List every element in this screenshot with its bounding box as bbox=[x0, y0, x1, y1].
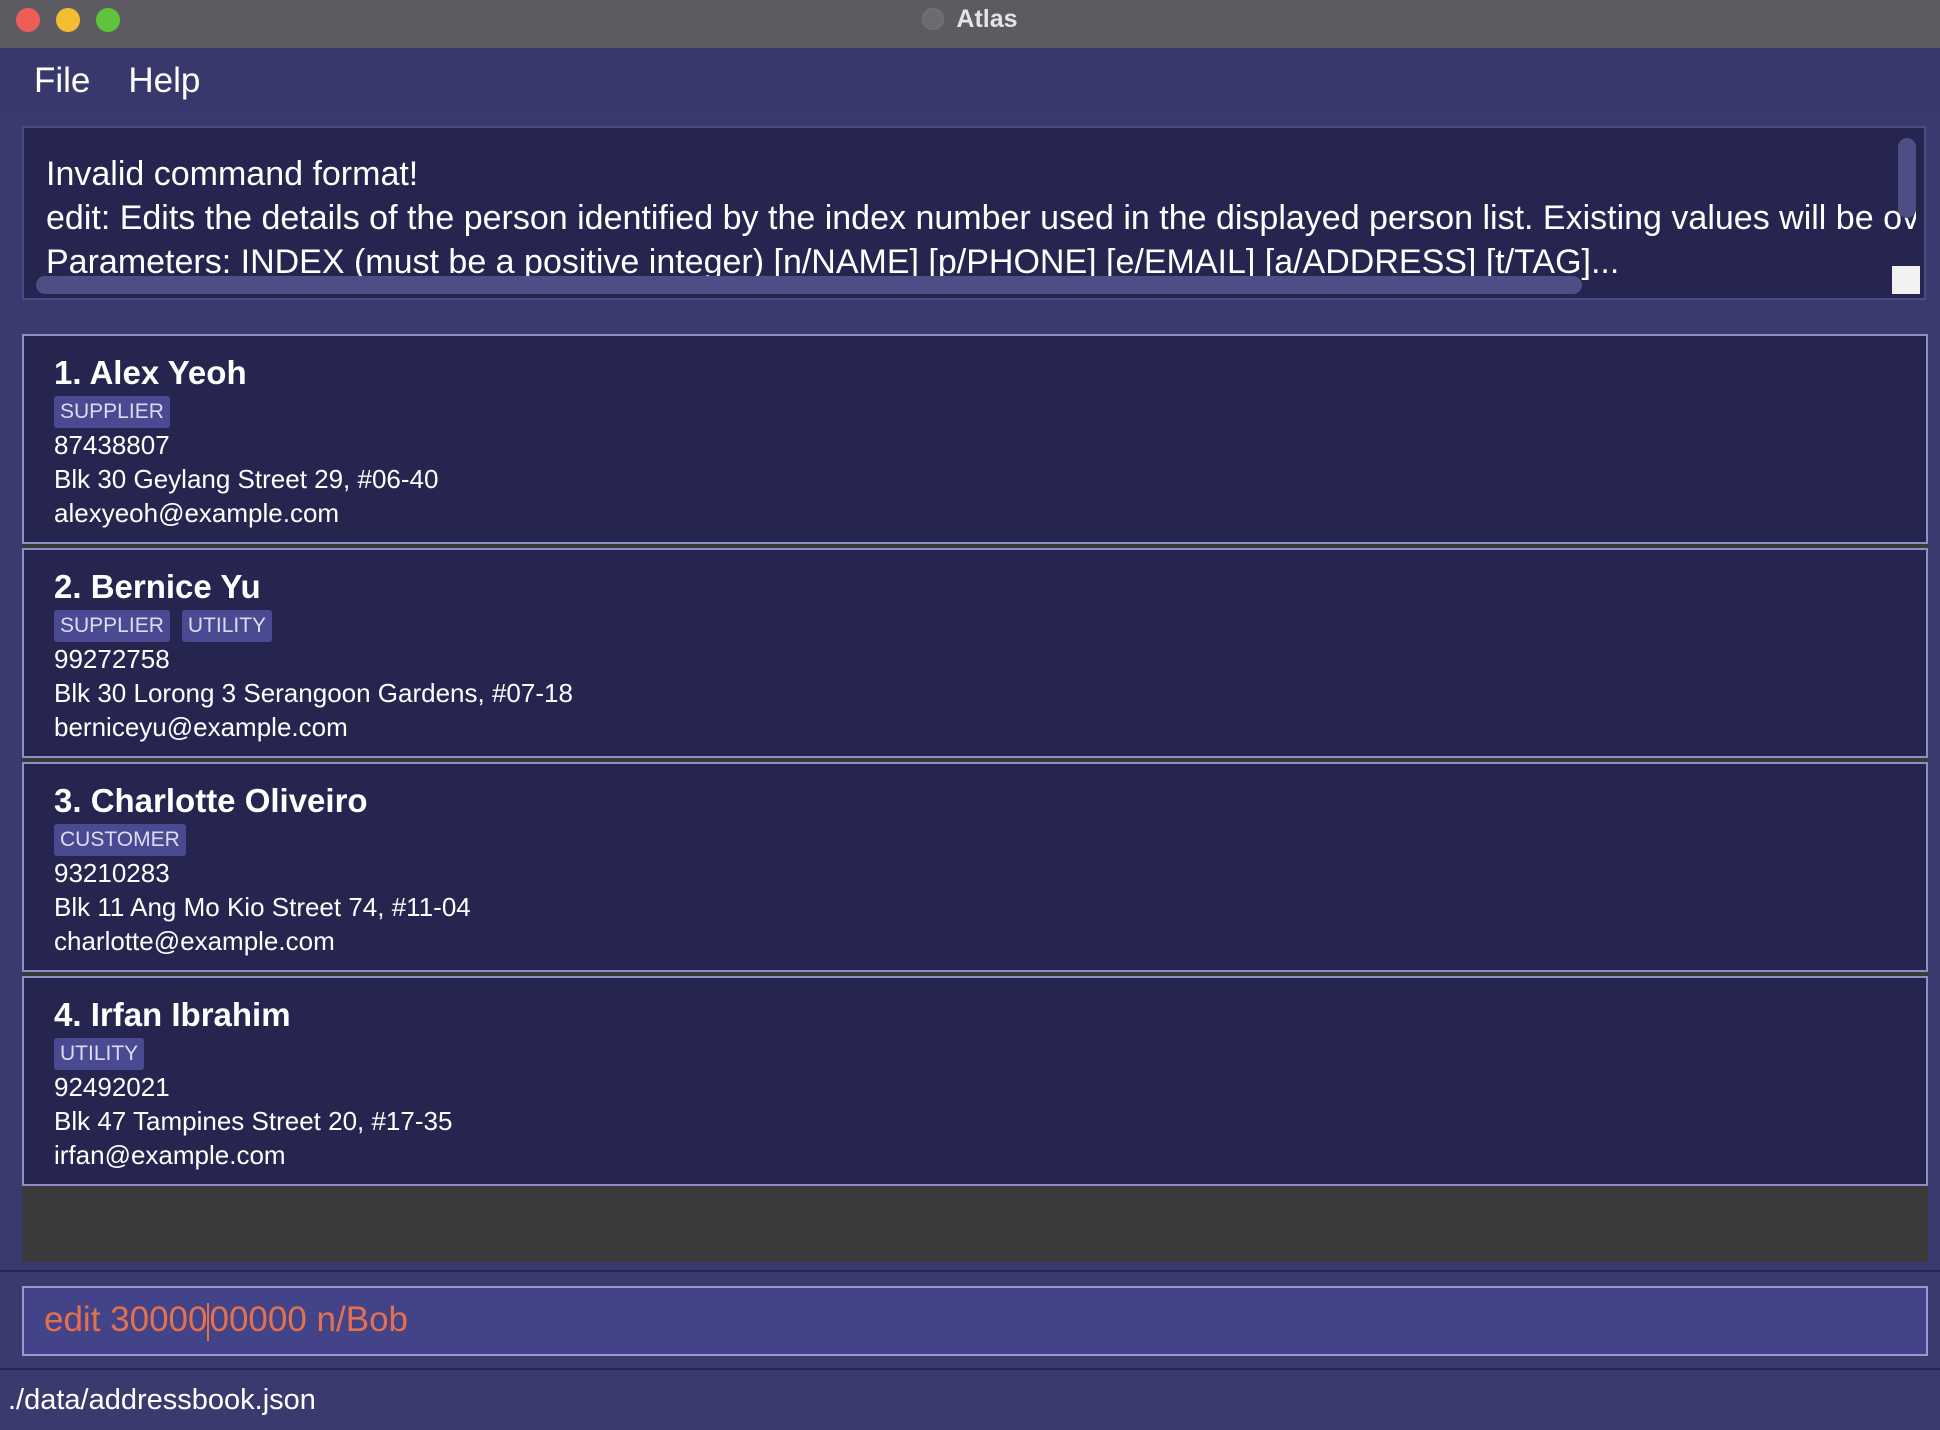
tag-list: SUPPLIER bbox=[54, 396, 170, 428]
result-line: Invalid command format! bbox=[46, 155, 419, 193]
result-text: Invalid command format! edit: Edits the … bbox=[46, 152, 1916, 284]
tag: CUSTOMER bbox=[54, 824, 186, 856]
scroll-corner bbox=[1892, 266, 1920, 294]
horizontal-scrollbar[interactable] bbox=[36, 276, 1906, 294]
window-title: Atlas bbox=[956, 4, 1018, 33]
person-email: irfan@example.com bbox=[54, 1140, 286, 1170]
person-phone: 93210283 bbox=[54, 858, 170, 888]
person-name: 4. Irfan Ibrahim bbox=[54, 996, 291, 1033]
person-list[interactable]: 1. Alex Yeoh SUPPLIER 87438807 Blk 30 Ge… bbox=[22, 334, 1928, 1262]
person-address: Blk 30 Lorong 3 Serangoon Gardens, #07-1… bbox=[54, 678, 573, 708]
person-address: Blk 47 Tampines Street 20, #17-35 bbox=[54, 1106, 453, 1136]
status-bar: ./data/addressbook.json bbox=[0, 1368, 1940, 1430]
person-list-pane: 1. Alex Yeoh SUPPLIER 87438807 Blk 30 Ge… bbox=[0, 312, 1940, 1270]
command-text-before-caret: edit 30000 bbox=[44, 1300, 208, 1339]
app-icon bbox=[922, 8, 945, 30]
person-name: 3. Charlotte Oliveiro bbox=[54, 782, 368, 819]
result-display-pane: Invalid command format! edit: Edits the … bbox=[0, 114, 1940, 314]
command-input[interactable]: edit 3000000000 n/Bob bbox=[22, 1286, 1928, 1356]
tag: UTILITY bbox=[181, 610, 273, 642]
person-phone: 92492021 bbox=[54, 1072, 170, 1102]
result-line: edit: Edits the details of the person id… bbox=[46, 199, 1916, 237]
command-text: edit 3000000000 n/Bob bbox=[44, 1300, 408, 1341]
title-area: Atlas bbox=[0, 0, 1940, 38]
person-address: Blk 30 Geylang Street 29, #06-40 bbox=[54, 464, 439, 494]
title-bar: Atlas bbox=[0, 0, 1940, 49]
tag-list: UTILITY bbox=[54, 1038, 145, 1070]
command-pane: edit 3000000000 n/Bob bbox=[0, 1270, 1940, 1370]
tag: SUPPLIER bbox=[54, 610, 170, 642]
tag-list: CUSTOMER bbox=[54, 824, 186, 856]
person-phone: 99272758 bbox=[54, 644, 170, 674]
person-card[interactable]: 2. Bernice Yu SUPPLIER UTILITY 99272758 … bbox=[22, 548, 1928, 758]
person-email: charlotte@example.com bbox=[54, 926, 335, 956]
menu-help[interactable]: Help bbox=[128, 61, 200, 101]
person-name: 1. Alex Yeoh bbox=[54, 354, 247, 391]
person-email: berniceyu@example.com bbox=[54, 712, 348, 742]
person-address: Blk 11 Ang Mo Kio Street 74, #11-04 bbox=[54, 892, 471, 922]
person-phone: 87438807 bbox=[54, 430, 170, 460]
menu-file[interactable]: File bbox=[34, 61, 90, 101]
tag: UTILITY bbox=[54, 1038, 145, 1070]
person-name: 2. Bernice Yu bbox=[54, 568, 261, 605]
tag-list: SUPPLIER UTILITY bbox=[54, 610, 273, 642]
horizontal-scroll-thumb[interactable] bbox=[36, 276, 1582, 294]
person-email: alexyeoh@example.com bbox=[54, 498, 340, 528]
result-display[interactable]: Invalid command format! edit: Edits the … bbox=[22, 126, 1926, 300]
person-card[interactable]: 1. Alex Yeoh SUPPLIER 87438807 Blk 30 Ge… bbox=[22, 334, 1928, 544]
person-card[interactable]: 4. Irfan Ibrahim UTILITY 92492021 Blk 47… bbox=[22, 976, 1928, 1186]
menu-bar: File Help bbox=[0, 48, 1940, 114]
tag: SUPPLIER bbox=[54, 396, 170, 428]
person-card[interactable]: 3. Charlotte Oliveiro CUSTOMER 93210283 … bbox=[22, 762, 1928, 972]
vertical-scroll-thumb[interactable] bbox=[1898, 138, 1916, 218]
command-text-after-caret: 00000 n/Bob bbox=[209, 1300, 408, 1339]
app-window: Atlas File Help Invalid command format! … bbox=[0, 0, 1940, 1430]
save-file-path: ./data/addressbook.json bbox=[8, 1384, 316, 1416]
